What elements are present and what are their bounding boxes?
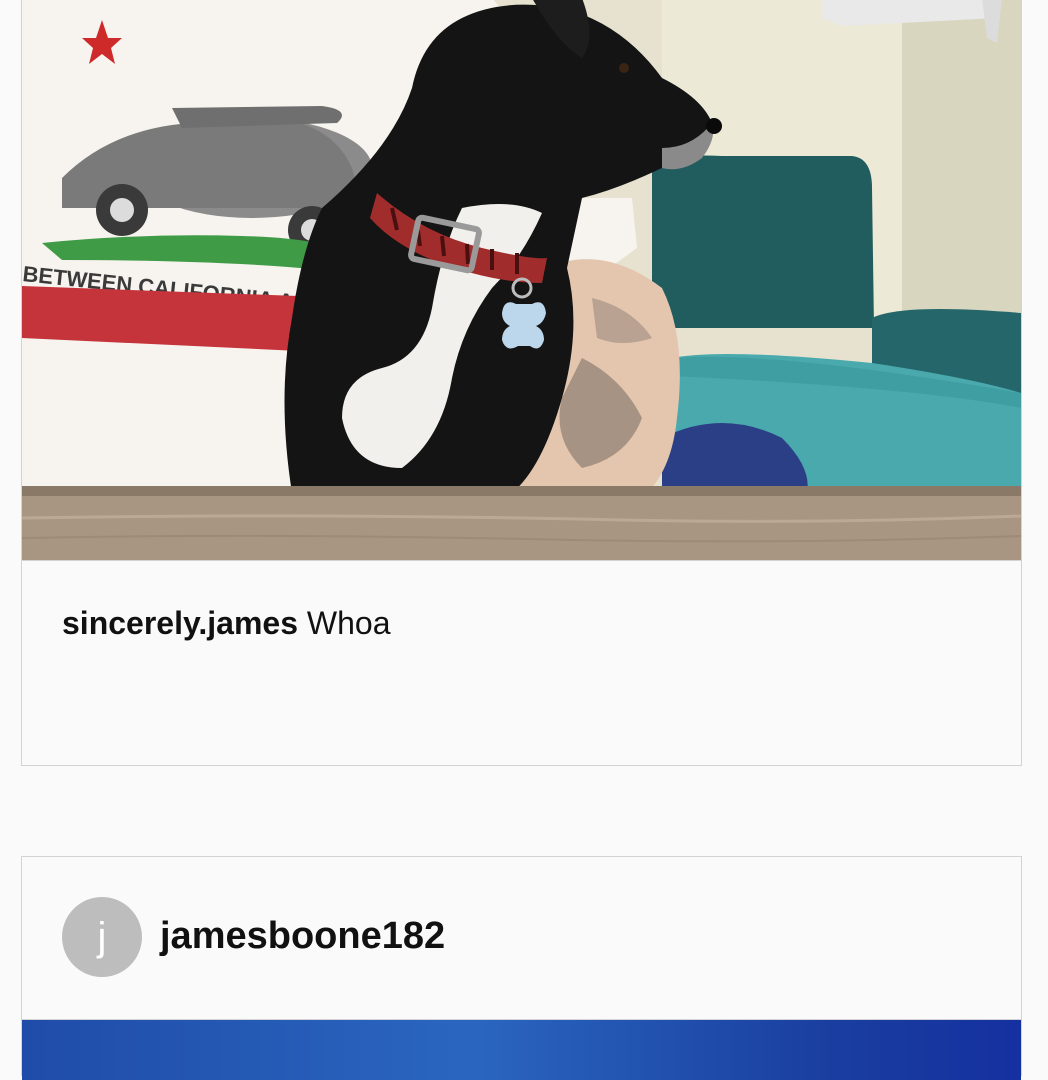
post-card: j jamesboone182 [21,856,1022,1080]
caption-text: Whoa [306,605,391,641]
caption-username[interactable]: sincerely.james [62,605,298,641]
post-caption: sincerely.james Whoa [62,605,391,642]
avatar[interactable]: j [62,897,142,977]
post-username[interactable]: jamesboone182 [160,915,445,958]
post-photo[interactable]: BETWEEN CALIFORNIA AN [22,0,1021,561]
post-card: BETWEEN CALIFORNIA AN sincerely.james Wh… [21,0,1022,766]
post-header: j jamesboone182 [22,857,1021,1019]
post-photo[interactable] [22,1019,1021,1080]
